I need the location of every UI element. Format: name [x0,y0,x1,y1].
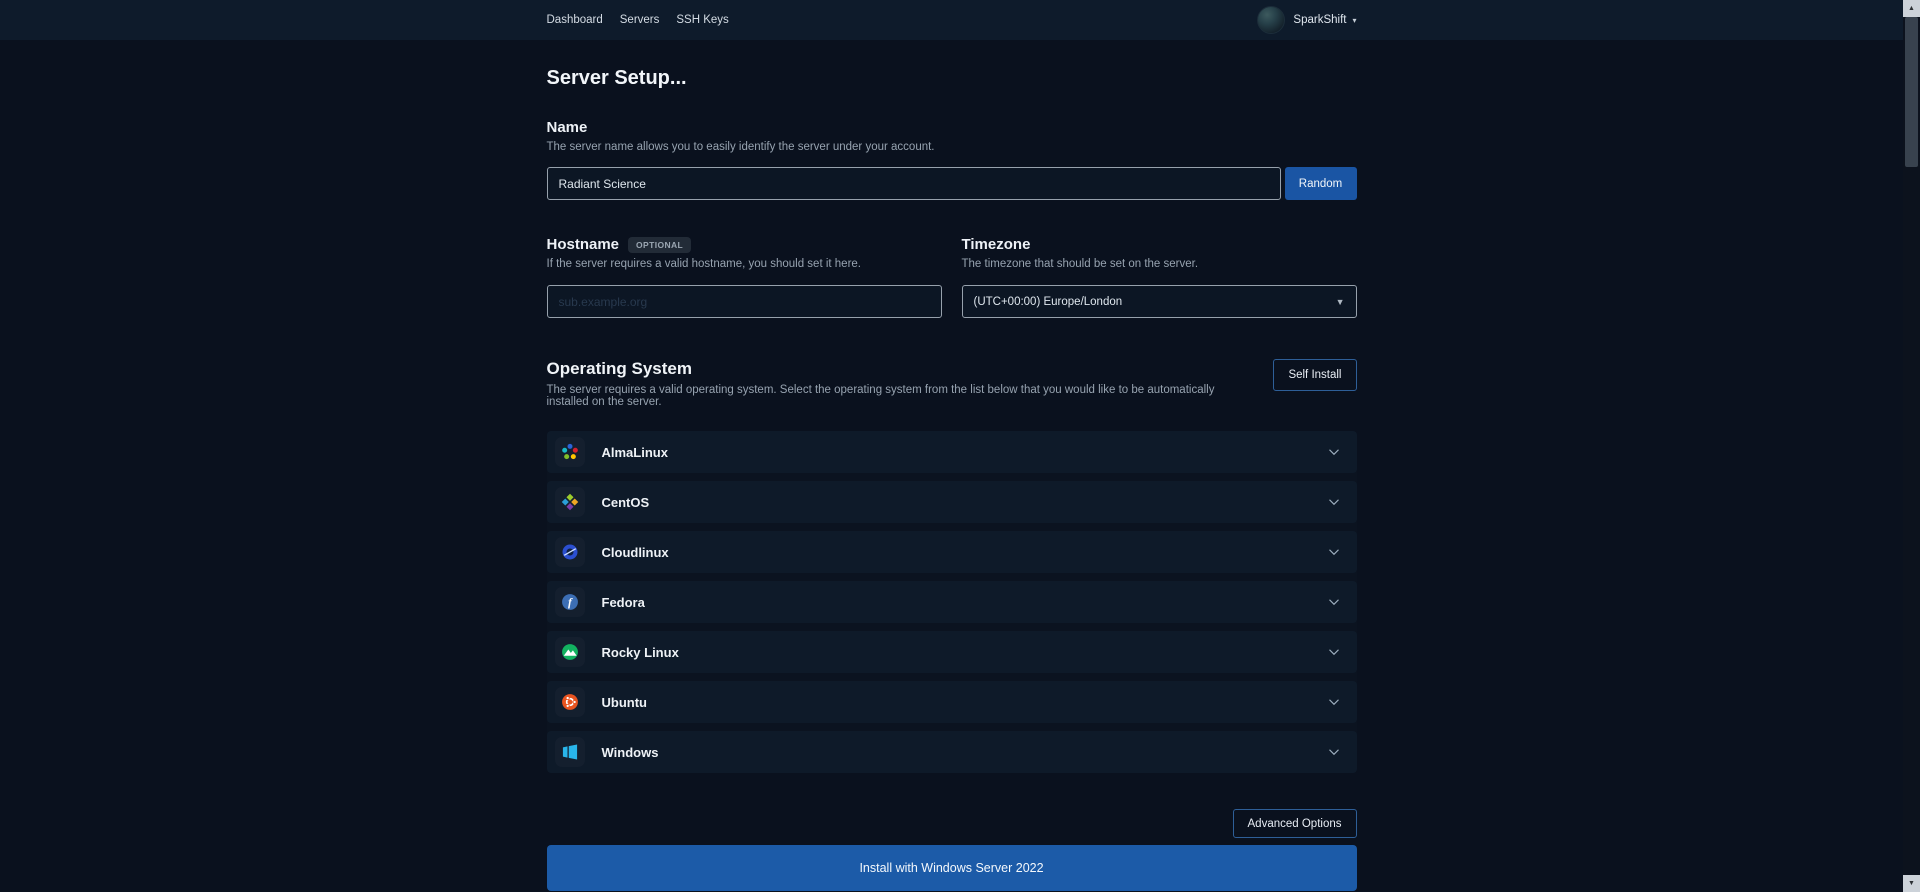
hostname-input[interactable] [547,285,942,318]
random-name-button[interactable]: Random [1285,167,1357,200]
hostname-label: Hostname [547,236,620,253]
centos-icon [555,487,585,517]
select-caret-icon: ▼ [1336,297,1345,307]
name-section: Name The server name allows you to easil… [547,119,1357,200]
windows-icon [555,737,585,767]
scroll-down-button[interactable]: ▼ [1903,875,1920,892]
nav-link-servers[interactable]: Servers [620,14,660,26]
nav-link-ssh-keys[interactable]: SSH Keys [676,14,728,26]
os-row-cloudlinux[interactable]: Cloudlinux [547,531,1357,573]
os-name-label: Rocky Linux [602,645,679,660]
timezone-selected-value: (UTC+00:00) Europe/London [974,296,1123,308]
os-name-label: CentOS [602,495,650,510]
operating-system-section: Operating System The server requires a v… [547,359,1357,773]
server-name-input[interactable] [547,167,1281,200]
timezone-description: The timezone that should be set on the s… [962,258,1357,270]
os-name-label: AlmaLinux [602,445,668,460]
timezone-label: Timezone [962,236,1031,253]
chevron-down-icon [1325,643,1343,661]
fedora-icon: f [555,587,585,617]
os-row-ubuntu[interactable]: Ubuntu [547,681,1357,723]
os-heading: Operating System [547,359,1244,379]
advanced-options-button[interactable]: Advanced Options [1233,809,1357,838]
chevron-down-icon [1325,693,1343,711]
os-name-label: Cloudlinux [602,545,669,560]
timezone-section: Timezone The timezone that should be set… [962,236,1357,318]
nav-links: Dashboard Servers SSH Keys [547,14,729,26]
os-name-label: Windows [602,745,659,760]
ubuntu-icon [555,687,585,717]
almalinux-icon [555,437,585,467]
chevron-down-icon [1325,593,1343,611]
scrollbar-thumb[interactable] [1905,17,1918,167]
self-install-button[interactable]: Self Install [1273,359,1356,391]
hostname-section: Hostname OPTIONAL If the server requires… [547,236,942,318]
chevron-down-icon [1325,543,1343,561]
chevron-down-icon [1325,493,1343,511]
vertical-scrollbar[interactable]: ▲ ▼ [1903,0,1920,892]
os-name-label: Fedora [602,595,645,610]
os-name-label: Ubuntu [602,695,647,710]
chevron-down-icon [1325,743,1343,761]
timezone-select[interactable]: (UTC+00:00) Europe/London ▼ [962,285,1357,318]
os-row-centos[interactable]: CentOS [547,481,1357,523]
optional-badge: OPTIONAL [628,237,691,253]
os-row-almalinux[interactable]: AlmaLinux [547,431,1357,473]
top-navigation-bar: Dashboard Servers SSH Keys SparkShift ▾ [0,0,1903,40]
chevron-down-icon: ▾ [1352,16,1356,25]
os-row-fedora[interactable]: f Fedora [547,581,1357,623]
os-description: The server requires a valid operating sy… [547,384,1244,408]
user-menu[interactable]: SparkShift ▾ [1257,6,1356,34]
name-description: The server name allows you to easily ide… [547,141,1357,153]
page-title: Server Setup... [547,40,1357,90]
os-row-windows[interactable]: Windows [547,731,1357,773]
avatar [1257,6,1285,34]
chevron-down-icon [1325,443,1343,461]
install-button[interactable]: Install with Windows Server 2022 [547,845,1357,891]
cloudlinux-icon [555,537,585,567]
username-label: SparkShift [1293,14,1346,26]
scroll-up-button[interactable]: ▲ [1903,0,1920,17]
nav-link-dashboard[interactable]: Dashboard [547,14,603,26]
rocky-linux-icon [555,637,585,667]
os-list: AlmaLinux Cent [547,431,1357,773]
os-row-rocky-linux[interactable]: Rocky Linux [547,631,1357,673]
name-label: Name [547,119,1357,136]
hostname-description: If the server requires a valid hostname,… [547,258,942,270]
